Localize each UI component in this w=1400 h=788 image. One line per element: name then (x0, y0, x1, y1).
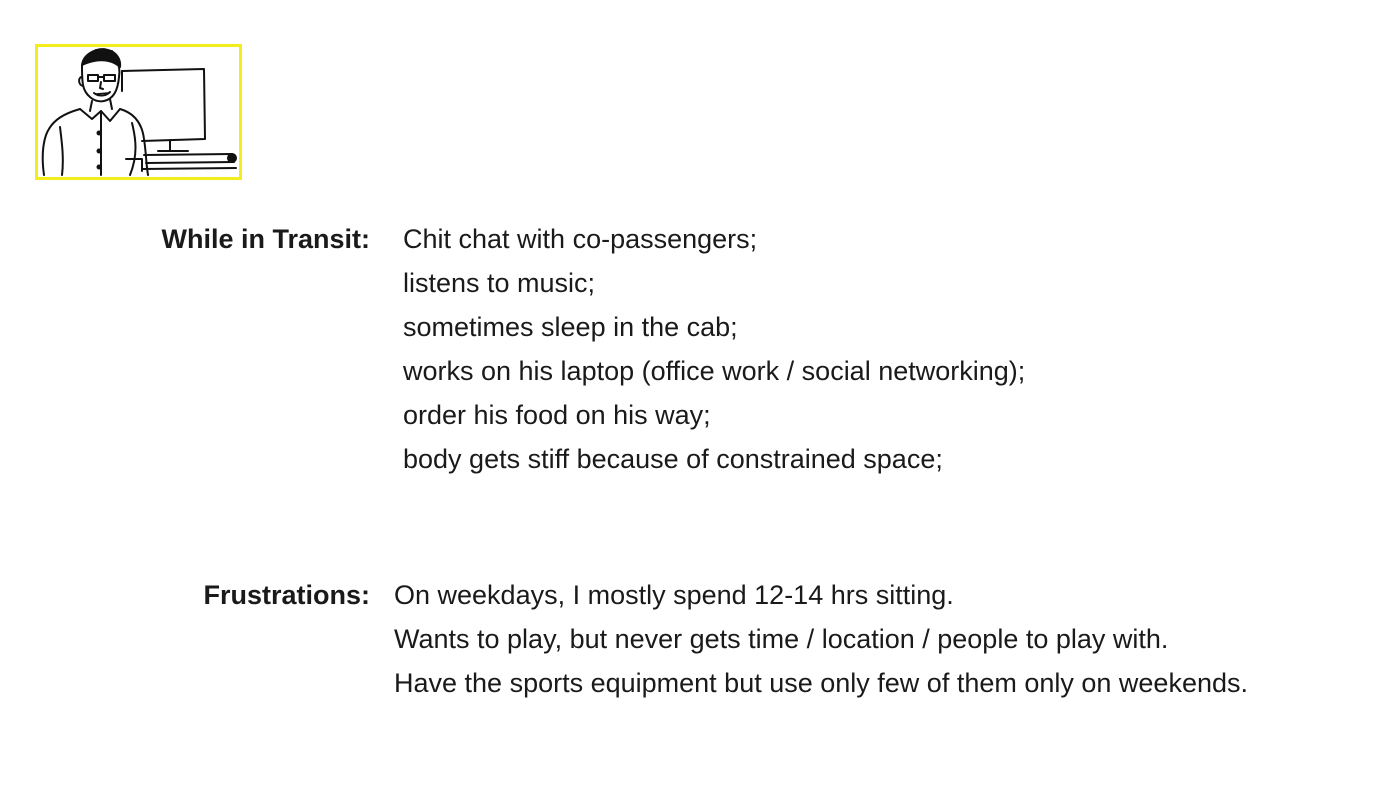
man-at-desk-sketch-icon (41, 48, 237, 176)
frustrations-label: Frustrations: (203, 580, 370, 610)
transit-item: sometimes sleep in the cab; (403, 312, 738, 342)
transit-item: listens to music; (403, 268, 596, 298)
transit-item: order his food on his way; (403, 400, 711, 430)
transit-item: body gets stiff because of constrained s… (403, 444, 943, 474)
persona-portrait (35, 44, 242, 180)
transit-label: While in Transit: (161, 224, 370, 254)
frustration-item: On weekdays, I mostly spend 12-14 hrs si… (394, 580, 954, 610)
frustrations-list: On weekdays, I mostly spend 12-14 hrs si… (394, 573, 1248, 705)
transit-list: Chit chat with co-passengers; listens to… (403, 217, 1025, 481)
transit-item: Chit chat with co-passengers; (403, 224, 758, 254)
transit-item: works on his laptop (office work / socia… (403, 356, 1026, 386)
frustration-item: Wants to play, but never gets time / loc… (394, 624, 1169, 654)
frustration-item: Have the sports equipment but use only f… (394, 668, 1248, 698)
